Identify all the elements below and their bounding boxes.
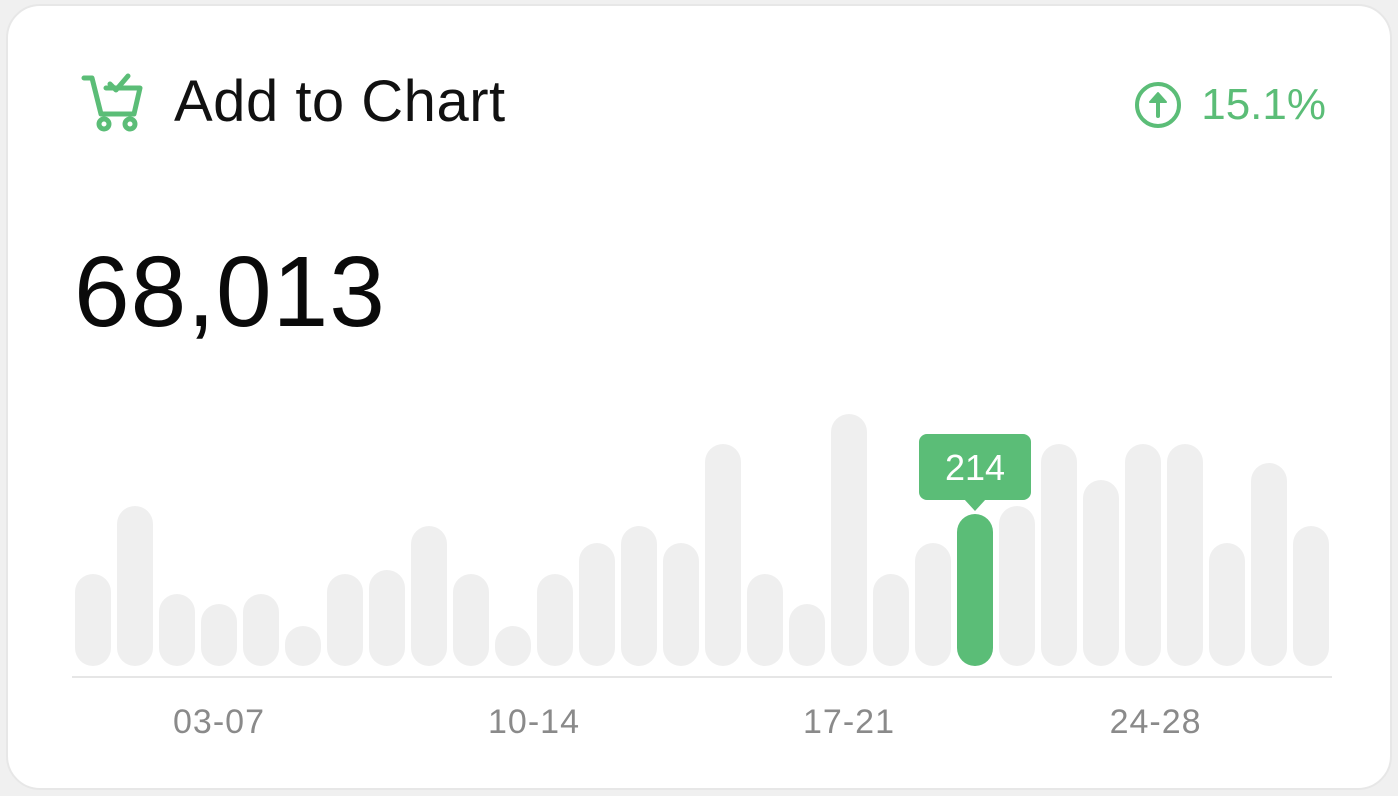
bar[interactable] [1167, 444, 1203, 666]
bar-chart: 03-07 10-14 17-21 24-28 214 [72, 414, 1332, 741]
tooltip-value: 214 [945, 447, 1005, 488]
bar[interactable] [285, 626, 321, 666]
bar[interactable] [621, 526, 657, 666]
bar[interactable] [1083, 480, 1119, 666]
bar[interactable] [831, 414, 867, 666]
highlight-tooltip: 214 [919, 434, 1031, 511]
bar[interactable] [873, 574, 909, 666]
bar-highlighted[interactable] [957, 514, 993, 666]
bar[interactable] [999, 506, 1035, 666]
bar[interactable] [1293, 526, 1329, 666]
x-axis-ticks: 03-07 10-14 17-21 24-28 [173, 703, 1202, 741]
bar[interactable] [579, 543, 615, 666]
bar[interactable] [915, 543, 951, 666]
x-tick-label: 24-28 [1110, 703, 1202, 741]
bar[interactable] [663, 543, 699, 666]
bar[interactable] [117, 506, 153, 666]
bar[interactable] [495, 626, 531, 666]
bar[interactable] [1125, 444, 1161, 666]
bar[interactable] [789, 604, 825, 666]
bar[interactable] [1209, 543, 1245, 666]
bar[interactable] [747, 574, 783, 666]
bar[interactable] [327, 574, 363, 666]
bar-group [75, 414, 1329, 666]
bar[interactable] [537, 574, 573, 666]
bar[interactable] [1041, 444, 1077, 666]
bar[interactable] [243, 594, 279, 666]
bar[interactable] [411, 526, 447, 666]
bar[interactable] [1251, 463, 1287, 666]
bar[interactable] [453, 574, 489, 666]
x-tick-label: 17-21 [803, 703, 895, 741]
bar[interactable] [75, 574, 111, 666]
bar[interactable] [369, 570, 405, 666]
bar[interactable] [159, 594, 195, 666]
add-to-chart-card: Add to Chart 15.1% 68,013 03-07 10-14 17-2… [6, 4, 1392, 790]
tooltip-pointer [964, 499, 986, 511]
bar[interactable] [201, 604, 237, 666]
x-tick-label: 03-07 [173, 703, 265, 741]
x-tick-label: 10-14 [488, 703, 580, 741]
bar[interactable] [705, 444, 741, 666]
